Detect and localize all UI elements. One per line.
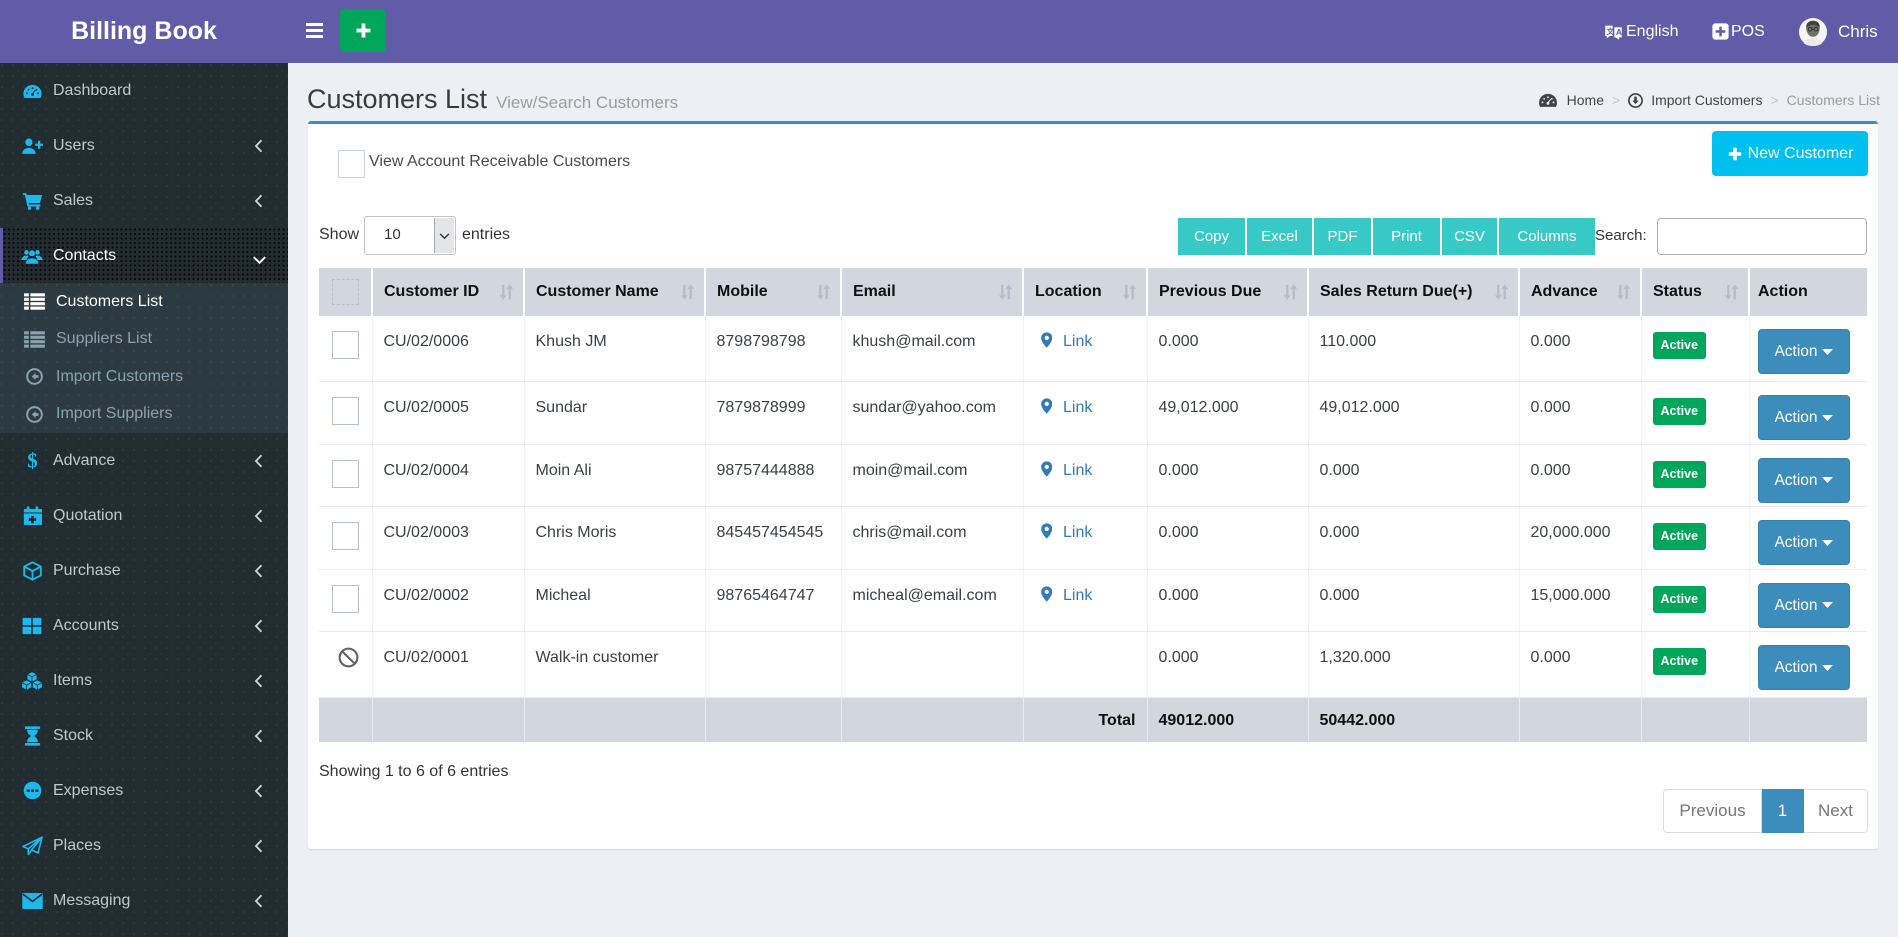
svg-text:$: $ xyxy=(27,450,38,471)
svg-text:A: A xyxy=(1616,27,1622,37)
svg-text:文: 文 xyxy=(1607,25,1615,35)
